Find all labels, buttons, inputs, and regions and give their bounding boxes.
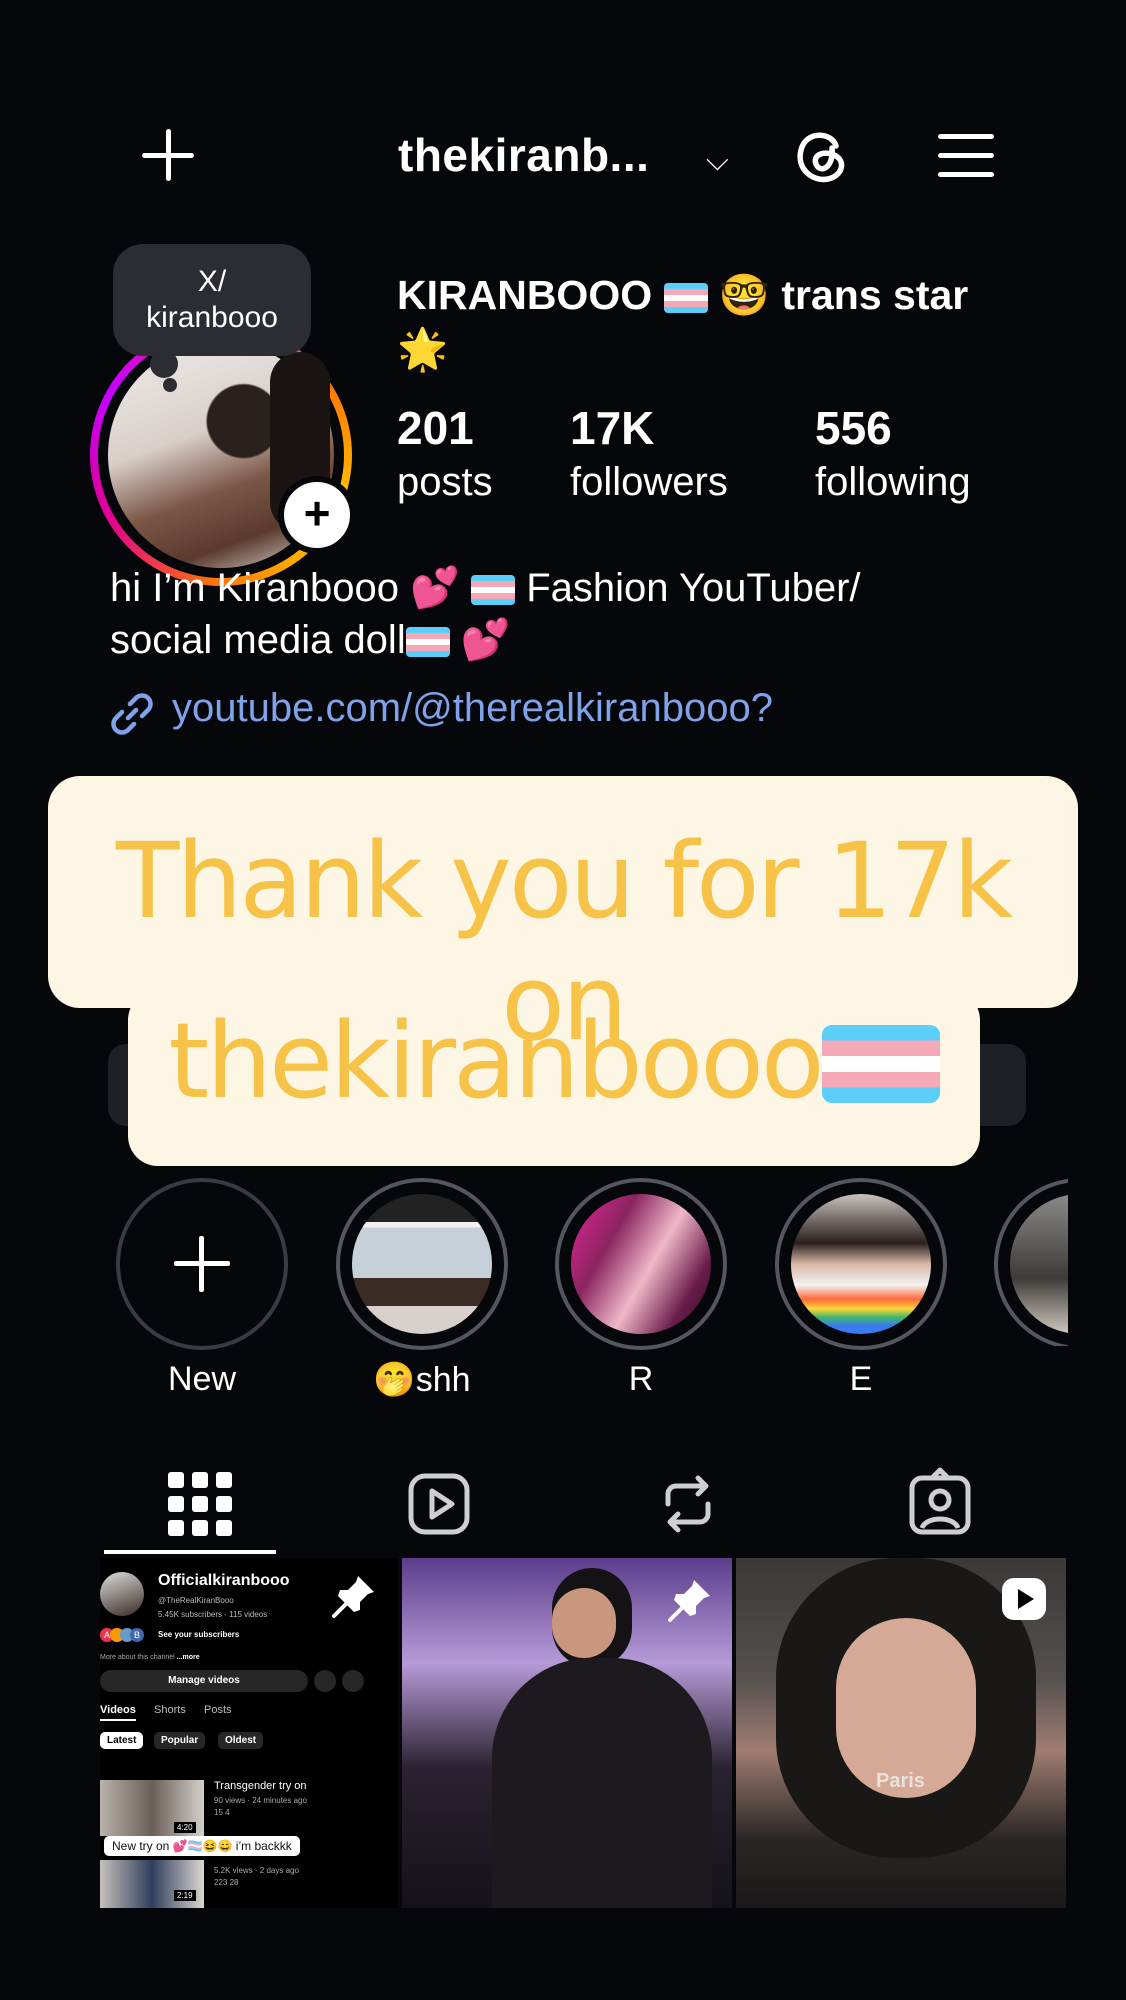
highlight-label: 🤭shh xyxy=(373,1361,471,1399)
channel-avatar xyxy=(100,1572,144,1616)
tab-shorts[interactable]: Shorts xyxy=(154,1704,186,1716)
following-label: following xyxy=(815,460,971,504)
bio-line2-a: social media doll xyxy=(110,618,406,662)
highlight-cover xyxy=(571,1194,711,1334)
highlight-circle xyxy=(994,1178,1068,1346)
display-name: KIRANBOOO 🤓 trans star 🌟 xyxy=(397,268,1057,376)
active-tab-indicator xyxy=(104,1550,276,1554)
filter-oldest[interactable]: Oldest xyxy=(218,1732,264,1749)
link-icon xyxy=(111,693,153,735)
followers-label: followers xyxy=(570,460,728,504)
caption-sticker: New try on 💕🏳️‍⚧️😆😄 i’m backkk xyxy=(104,1836,300,1856)
following-stat[interactable]: 556 following xyxy=(815,400,971,508)
photo-subject-body xyxy=(492,1658,712,1908)
bio: hi I’m Kiranbooo 💕 Fashion YouTuber/ soc… xyxy=(110,562,1010,666)
channel-meta: 5.45K subscribers · 115 videos xyxy=(158,1610,268,1619)
grid-post-2[interactable] xyxy=(402,1558,732,1908)
posts-stat[interactable]: 201 posts xyxy=(397,400,493,508)
highlight-cover xyxy=(1010,1194,1068,1334)
about-more: ...more xyxy=(176,1654,200,1661)
channel-handle: @TheRealKiranBooo xyxy=(158,1596,234,1605)
highlight-circle xyxy=(775,1178,947,1350)
menu-line xyxy=(938,134,994,139)
video-duration: 4:20 xyxy=(174,1822,196,1833)
grid-post-3[interactable]: Paris xyxy=(736,1558,1066,1908)
highlight-label: E xyxy=(849,1360,873,1398)
menu-line xyxy=(938,153,994,158)
followers-stat[interactable]: 17K followers xyxy=(570,400,728,508)
bio-line1-b: Fashion YouTuber/ xyxy=(526,566,861,610)
hamburger-menu-icon[interactable] xyxy=(938,134,994,178)
display-name-text: KIRANBOOO xyxy=(397,272,653,318)
highlight-circle xyxy=(555,1178,727,1350)
chevron-down-icon[interactable]: ⌵ xyxy=(706,144,729,178)
followers-count: 17K xyxy=(570,402,655,454)
about-text: More about this channel xyxy=(100,1654,175,1661)
display-name-suffix: 🤓 trans star xyxy=(718,272,969,318)
video-title[interactable]: Transgender try on xyxy=(214,1780,307,1792)
create-plus-icon[interactable] xyxy=(138,125,198,185)
highlight-circle xyxy=(336,1178,508,1350)
threads-icon[interactable] xyxy=(792,124,852,186)
note-bubble-tail xyxy=(150,350,178,378)
grid-post-1[interactable]: Officialkiranbooo @TheRealKiranBooo 5.45… xyxy=(100,1558,398,1908)
note-bubble-tail-small xyxy=(163,378,177,392)
highlight-cover xyxy=(352,1194,492,1334)
bio-line1-a: hi I’m Kiranbooo 💕 xyxy=(110,566,460,610)
posts-count: 201 xyxy=(397,402,474,454)
trans-flag-icon xyxy=(663,283,708,314)
sticker-line-2: thekiranbooo xyxy=(128,1000,980,1122)
reel-badge-icon xyxy=(1002,1578,1046,1620)
video-stats: 15 4 xyxy=(214,1808,230,1817)
video-meta: 90 views · 24 minutes ago xyxy=(214,1796,307,1805)
trans-flag-icon xyxy=(821,1025,940,1103)
reposts-icon[interactable] xyxy=(648,1464,728,1544)
post-caption: Paris xyxy=(876,1770,925,1792)
video-stats: 223 28 xyxy=(214,1878,239,1887)
star-emoji: 🌟 xyxy=(397,326,449,372)
highlight-label: R xyxy=(628,1360,654,1398)
see-subscribers-link[interactable]: See your subscribers xyxy=(158,1630,239,1639)
trans-flag-icon xyxy=(405,627,450,658)
about-channel[interactable]: More about this channel ...more xyxy=(100,1654,200,1661)
filter-popular[interactable]: Popular xyxy=(154,1732,206,1749)
highlight-circle xyxy=(116,1178,288,1350)
tab-videos[interactable]: Videos xyxy=(100,1704,136,1721)
highlight-label: New xyxy=(167,1360,237,1398)
video-duration: 2:19 xyxy=(174,1890,196,1901)
reels-icon[interactable] xyxy=(399,1464,479,1544)
trans-flag-icon xyxy=(471,575,516,606)
subscriber-avatar: B xyxy=(130,1628,144,1642)
add-story-button[interactable]: + xyxy=(278,476,356,554)
photo-subject-face xyxy=(552,1588,616,1658)
manage-videos-button[interactable]: Manage videos xyxy=(100,1670,308,1692)
sticker-line-2-text: thekiranbooo xyxy=(168,1000,824,1122)
tab-posts[interactable]: Posts xyxy=(204,1704,232,1716)
following-count: 556 xyxy=(815,402,892,454)
channel-name: Officialkiranbooo xyxy=(158,1572,290,1589)
tagged-icon[interactable] xyxy=(900,1464,980,1544)
highlight-cover xyxy=(791,1194,931,1334)
pin-icon xyxy=(332,1576,374,1618)
pin-icon xyxy=(668,1580,710,1622)
analytics-icon[interactable] xyxy=(314,1670,336,1692)
note-line-1: X/ xyxy=(197,265,227,298)
bio-line2-b: 💕 xyxy=(460,618,511,662)
filter-latest[interactable]: Latest xyxy=(100,1732,144,1749)
highlight-item-partial[interactable] xyxy=(994,1178,1068,1346)
plus-icon xyxy=(172,1234,232,1294)
video-meta: 5.2K views · 2 days ago xyxy=(214,1866,299,1875)
username-switcher[interactable]: thekiranb... xyxy=(398,128,649,182)
menu-line xyxy=(938,172,994,177)
posts-label: posts xyxy=(397,460,493,504)
note-line-2: kiranbooo xyxy=(146,301,278,334)
profile-link[interactable]: youtube.com/@therealkiranbooo? xyxy=(172,686,773,731)
edit-icon[interactable] xyxy=(342,1670,364,1692)
note-bubble[interactable]: X/ kiranbooo xyxy=(113,244,311,356)
grid-icon[interactable] xyxy=(160,1464,240,1544)
